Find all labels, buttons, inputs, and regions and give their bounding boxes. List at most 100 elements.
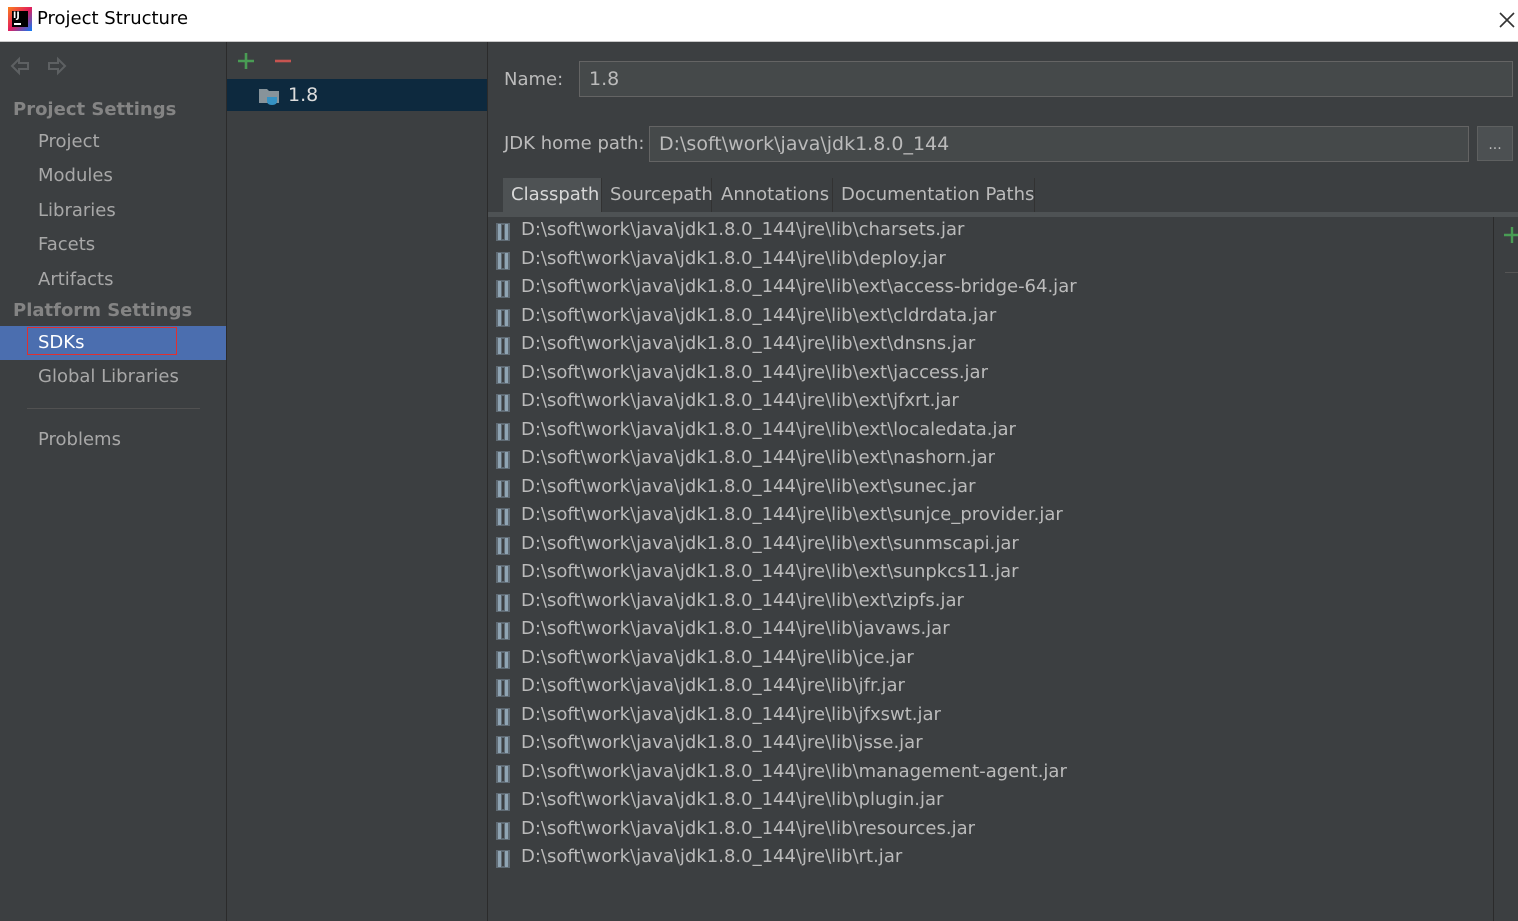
sidebar-item-label: Modules	[38, 165, 113, 186]
jar-file-icon	[496, 251, 510, 270]
platform-settings-header: Platform Settings	[13, 300, 193, 321]
jar-file-icon	[496, 821, 510, 840]
classpath-entry: D:\soft\work\java\jdk1.8.0_144\jre\lib\j…	[521, 703, 941, 725]
sidebar-item-label: Project	[38, 131, 100, 152]
sidebar-item-label: Problems	[38, 429, 121, 450]
jar-file-icon	[496, 593, 510, 612]
table-row[interactable]: D:\soft\work\java\jdk1.8.0_144\jre\lib\j…	[490, 673, 1494, 701]
sidebar-item-modules[interactable]: Modules	[0, 159, 226, 193]
sidebar-item-problems[interactable]: Problems	[0, 423, 226, 457]
classpath-entry: D:\soft\work\java\jdk1.8.0_144\jre\lib\e…	[521, 390, 959, 411]
sdk-item-1-8[interactable]: 1.8	[227, 79, 487, 111]
browse-button[interactable]: ...	[1477, 126, 1513, 161]
table-row[interactable]: D:\soft\work\java\jdk1.8.0_144\jre\lib\p…	[490, 787, 1494, 815]
tab-classpath[interactable]: Classpath	[503, 178, 602, 212]
table-row[interactable]: D:\soft\work\java\jdk1.8.0_144\jre\lib\e…	[490, 303, 1494, 331]
table-row[interactable]: D:\soft\work\java\jdk1.8.0_144\jre\lib\e…	[490, 360, 1494, 388]
jdk-folder-icon	[259, 89, 279, 105]
jar-file-icon	[496, 622, 510, 640]
name-input[interactable]: 1.8	[579, 61, 1513, 97]
classpath-entry: D:\soft\work\java\jdk1.8.0_144\jre\lib\j…	[521, 618, 950, 639]
jar-file-icon	[496, 479, 510, 498]
table-row[interactable]: D:\soft\work\java\jdk1.8.0_144\jre\lib\c…	[490, 217, 1494, 245]
classpath-entry: D:\soft\work\java\jdk1.8.0_144\jre\lib\e…	[521, 304, 997, 326]
annotation-highlight-box	[27, 327, 177, 355]
list-toolbar-separator	[1505, 272, 1518, 273]
table-row[interactable]: D:\soft\work\java\jdk1.8.0_144\jre\lib\j…	[490, 702, 1494, 730]
jar-file-icon	[496, 280, 510, 298]
jar-file-icon	[496, 365, 510, 384]
sidebar-item-facets[interactable]: Facets	[0, 228, 226, 262]
jdk-home-path-input[interactable]: D:\soft\work\java\jdk1.8.0_144	[649, 126, 1469, 162]
table-row[interactable]: D:\soft\work\java\jdk1.8.0_144\jre\lib\e…	[490, 445, 1494, 473]
jar-file-icon	[496, 707, 510, 726]
remove-sdk-icon[interactable]	[273, 51, 293, 71]
jar-file-icon	[496, 508, 510, 526]
title-bar: IJ Project Structure	[0, 0, 1518, 42]
table-row[interactable]: D:\soft\work\java\jdk1.8.0_144\jre\lib\e…	[490, 417, 1494, 445]
sidebar-item-artifacts[interactable]: Artifacts	[0, 263, 226, 297]
list-border	[1493, 217, 1494, 921]
sidebar-item-sdks[interactable]: SDKs	[0, 326, 226, 360]
tab-documentation-paths[interactable]: Documentation Paths	[833, 178, 1035, 212]
table-row[interactable]: D:\soft\work\java\jdk1.8.0_144\jre\lib\r…	[490, 816, 1494, 844]
jar-file-icon	[496, 736, 510, 754]
table-row[interactable]: D:\soft\work\java\jdk1.8.0_144\jre\lib\e…	[490, 331, 1494, 359]
sidebar-item-libraries[interactable]: Libraries	[0, 194, 226, 228]
classpath-entry: D:\soft\work\java\jdk1.8.0_144\jre\lib\e…	[521, 589, 964, 611]
settings-sidebar: Project Settings Project Modules Librari…	[0, 42, 227, 921]
table-row[interactable]: D:\soft\work\java\jdk1.8.0_144\jre\lib\m…	[490, 759, 1494, 787]
close-icon[interactable]	[1494, 7, 1518, 33]
forward-arrow-icon[interactable]	[46, 55, 68, 77]
classpath-entry: D:\soft\work\java\jdk1.8.0_144\jre\lib\c…	[521, 219, 965, 240]
table-row[interactable]: D:\soft\work\java\jdk1.8.0_144\jre\lib\e…	[490, 502, 1494, 530]
jar-file-icon	[496, 764, 510, 783]
intellij-logo-icon: IJ	[8, 7, 32, 31]
sdk-list-panel: 1.8	[227, 42, 488, 921]
table-row[interactable]: D:\soft\work\java\jdk1.8.0_144\jre\lib\e…	[490, 559, 1494, 587]
sdk-details-panel: Name: 1.8 JDK home path: D:\soft\work\ja…	[488, 42, 1518, 921]
table-row[interactable]: D:\soft\work\java\jdk1.8.0_144\jre\lib\r…	[490, 844, 1494, 872]
project-settings-header: Project Settings	[13, 99, 177, 120]
sidebar-item-label: Global Libraries	[38, 366, 179, 387]
table-row[interactable]: D:\soft\work\java\jdk1.8.0_144\jre\lib\e…	[490, 588, 1494, 616]
add-classpath-icon[interactable]	[1503, 226, 1518, 244]
back-arrow-icon[interactable]	[9, 55, 31, 77]
classpath-entry: D:\soft\work\java\jdk1.8.0_144\jre\lib\d…	[521, 247, 946, 269]
table-row[interactable]: D:\soft\work\java\jdk1.8.0_144\jre\lib\e…	[490, 531, 1494, 559]
sidebar-item-label: Facets	[38, 234, 96, 255]
table-row[interactable]: D:\soft\work\java\jdk1.8.0_144\jre\lib\j…	[490, 616, 1494, 644]
jdk-home-path-label: JDK home path:	[504, 133, 645, 154]
tab-annotations[interactable]: Annotations	[713, 178, 833, 212]
classpath-entry: D:\soft\work\java\jdk1.8.0_144\jre\lib\e…	[521, 532, 1019, 554]
table-row[interactable]: D:\soft\work\java\jdk1.8.0_144\jre\lib\d…	[490, 246, 1494, 274]
classpath-entry: D:\soft\work\java\jdk1.8.0_144\jre\lib\e…	[521, 475, 976, 497]
jar-file-icon	[496, 422, 510, 441]
table-row[interactable]: D:\soft\work\java\jdk1.8.0_144\jre\lib\e…	[490, 474, 1494, 502]
sidebar-item-project[interactable]: Project	[0, 125, 226, 159]
classpath-entry: D:\soft\work\java\jdk1.8.0_144\jre\lib\j…	[521, 732, 923, 753]
table-row[interactable]: D:\soft\work\java\jdk1.8.0_144\jre\lib\e…	[490, 388, 1494, 416]
tab-sourcepath[interactable]: Sourcepath	[602, 178, 713, 212]
jar-file-icon	[496, 451, 510, 469]
jar-file-icon	[496, 650, 510, 669]
sidebar-item-global-libraries[interactable]: Global Libraries	[0, 360, 226, 394]
sdk-item-label: 1.8	[288, 84, 319, 106]
jar-file-icon	[496, 536, 510, 555]
classpath-entry: D:\soft\work\java\jdk1.8.0_144\jre\lib\e…	[521, 561, 1019, 582]
classpath-entry: D:\soft\work\java\jdk1.8.0_144\jre\lib\e…	[521, 361, 988, 383]
sidebar-item-label: Libraries	[38, 200, 116, 221]
classpath-list[interactable]: D:\soft\work\java\jdk1.8.0_144\jre\lib\c…	[490, 217, 1494, 921]
table-row[interactable]: D:\soft\work\java\jdk1.8.0_144\jre\lib\e…	[490, 274, 1494, 302]
jar-file-icon	[496, 308, 510, 327]
classpath-entry: D:\soft\work\java\jdk1.8.0_144\jre\lib\m…	[521, 760, 1067, 782]
jar-file-icon	[496, 223, 510, 241]
classpath-entry: D:\soft\work\java\jdk1.8.0_144\jre\lib\e…	[521, 333, 976, 354]
classpath-entry: D:\soft\work\java\jdk1.8.0_144\jre\lib\j…	[521, 675, 905, 696]
jar-file-icon	[496, 337, 510, 355]
table-row[interactable]: D:\soft\work\java\jdk1.8.0_144\jre\lib\j…	[490, 730, 1494, 758]
sidebar-divider	[27, 408, 200, 409]
classpath-entry: D:\soft\work\java\jdk1.8.0_144\jre\lib\e…	[521, 504, 1063, 525]
add-sdk-icon[interactable]	[236, 51, 256, 71]
table-row[interactable]: D:\soft\work\java\jdk1.8.0_144\jre\lib\j…	[490, 645, 1494, 673]
